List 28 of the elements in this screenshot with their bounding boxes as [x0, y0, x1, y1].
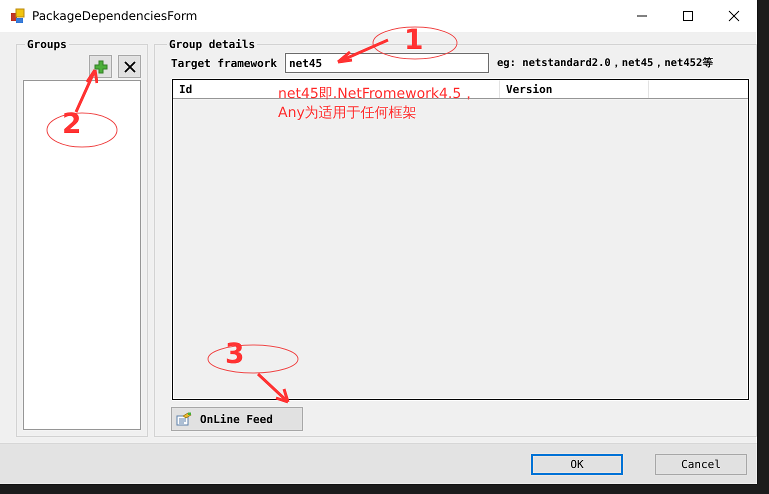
remove-button[interactable] [118, 55, 141, 78]
plus-icon [94, 60, 108, 74]
add-button[interactable] [89, 55, 112, 78]
annotation-note: Any为适用于任何框架 [278, 104, 418, 123]
column-header[interactable]: Id [173, 80, 269, 98]
groups-title: Groups [26, 38, 68, 51]
maximize-icon[interactable] [682, 10, 694, 22]
app-icon [10, 8, 26, 24]
close-icon[interactable] [728, 10, 740, 22]
window-title: PackageDependenciesForm [32, 9, 198, 23]
feed-icon [176, 412, 192, 426]
framework-hint: eg: netstandard2.0，net45，net452等 [496, 56, 714, 70]
annotation-number: 2 [62, 110, 82, 138]
cancel-button[interactable]: Cancel [655, 454, 747, 474]
annotation-ellipse [46, 112, 118, 148]
annotation-number: 1 [404, 26, 424, 54]
annotation-arrow [256, 372, 290, 404]
ok-button[interactable]: OK [531, 454, 623, 474]
annotation-number: 3 [225, 340, 244, 368]
online-feed-button[interactable]: OnLine Feed [171, 407, 303, 431]
group-details-title: Group details [168, 38, 256, 51]
annotation-arrow [74, 68, 98, 114]
annotation-note: net45即.NetFromework4.5， [278, 85, 476, 104]
close-icon [122, 60, 136, 74]
target-framework-label: Target framework [171, 56, 277, 70]
annotation-arrow [336, 38, 390, 64]
target-framework-field[interactable]: net45 [284, 53, 489, 73]
column-header[interactable]: Version [500, 80, 649, 98]
